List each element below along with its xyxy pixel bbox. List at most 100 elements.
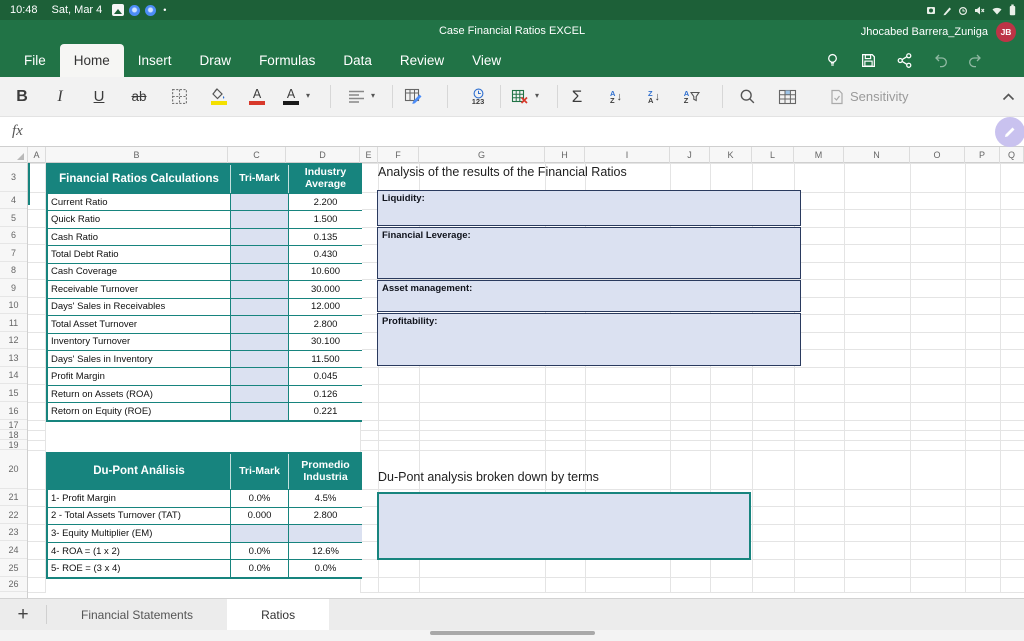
ratio-industry-cell[interactable]: 2.800 <box>289 315 362 333</box>
dupont-trimark-cell[interactable] <box>231 524 289 542</box>
dupont-industry-cell[interactable]: 0.0% <box>289 559 362 577</box>
sheet-tab-financial-statements[interactable]: Financial Statements <box>47 599 227 630</box>
dupont-label-cell[interactable]: 3- Equity Multiplier (EM) <box>48 524 231 542</box>
row-header-10[interactable]: 10 <box>0 297 27 314</box>
row-header-17[interactable]: 17 <box>0 420 27 430</box>
ratio-industry-cell[interactable]: 1.500 <box>289 210 362 228</box>
dupont-industry-cell[interactable]: 2.800 <box>289 506 362 525</box>
ratio-label-cell[interactable]: Retorn on Equity (ROE) <box>48 402 231 420</box>
row-header-9[interactable]: 9 <box>0 279 27 297</box>
analysis-title[interactable]: Analysis of the results of the Financial… <box>378 165 627 179</box>
ratio-trimark-cell[interactable] <box>231 384 289 403</box>
ratio-industry-cell[interactable]: 30.000 <box>289 280 362 298</box>
column-header-a[interactable]: A <box>28 147 46 163</box>
ratio-label-cell[interactable]: Receivable Turnover <box>48 280 231 298</box>
ratio-label-cell[interactable]: Days' Sales in Receivables <box>48 297 231 316</box>
column-header-h[interactable]: H <box>545 147 585 163</box>
column-header-f[interactable]: F <box>378 147 419 163</box>
ratio-label-cell[interactable]: Total Debt Ratio <box>48 245 231 263</box>
dupont-table-title-cell[interactable]: Du-Pont Análisis <box>48 454 231 489</box>
ratio-label-cell[interactable]: Cash Ratio <box>48 227 231 246</box>
ratio-trimark-cell[interactable] <box>231 367 289 385</box>
row-header-22[interactable]: 22 <box>0 506 27 524</box>
asset-management-box[interactable]: Asset management: <box>377 280 801 312</box>
row-header-6[interactable]: 6 <box>0 227 27 244</box>
column-header-c[interactable]: C <box>228 147 286 163</box>
row-header-3[interactable]: 3 <box>0 163 27 192</box>
ratios-table-industry-header[interactable]: Industry Average <box>289 165 362 193</box>
row-header-16[interactable]: 16 <box>0 402 27 420</box>
column-header-o[interactable]: O <box>910 147 965 163</box>
dupont-table-industry-header[interactable]: Promedio Industria <box>289 454 362 489</box>
ratio-trimark-cell[interactable] <box>231 210 289 228</box>
ratio-label-cell[interactable]: Cash Coverage <box>48 262 231 281</box>
column-header-k[interactable]: K <box>710 147 752 163</box>
dupont-trimark-cell[interactable]: 0.0% <box>231 489 289 507</box>
column-header-p[interactable]: P <box>965 147 1000 163</box>
ratio-trimark-cell[interactable] <box>231 245 289 263</box>
dupont-trimark-cell[interactable]: 0.0% <box>231 541 289 560</box>
ratio-industry-cell[interactable]: 11.500 <box>289 349 362 368</box>
ratio-trimark-cell[interactable] <box>231 402 289 420</box>
row-header-24[interactable]: 24 <box>0 541 27 559</box>
ratio-trimark-cell[interactable] <box>231 349 289 368</box>
financial-leverage-box[interactable]: Financial Leverage: <box>377 227 801 279</box>
select-all-corner[interactable] <box>0 147 28 163</box>
row-header-11[interactable]: 11 <box>0 314 27 332</box>
column-header-g[interactable]: G <box>419 147 545 163</box>
ratio-trimark-cell[interactable] <box>231 193 289 211</box>
dupont-trimark-cell[interactable]: 0.000 <box>231 506 289 525</box>
ratios-table-title-cell[interactable]: Financial Ratios Calculations <box>48 165 231 193</box>
row-header-15[interactable]: 15 <box>0 384 27 402</box>
ratio-label-cell[interactable]: Return on Assets (ROA) <box>48 384 231 403</box>
ratio-label-cell[interactable]: Quick Ratio <box>48 210 231 228</box>
ratio-industry-cell[interactable]: 0.430 <box>289 245 362 263</box>
ratio-label-cell[interactable]: Inventory Turnover <box>48 332 231 350</box>
column-header-m[interactable]: M <box>794 147 844 163</box>
row-header-13[interactable]: 13 <box>0 349 27 367</box>
row-header-14[interactable]: 14 <box>0 367 27 384</box>
ratio-label-cell[interactable]: Total Asset Turnover <box>48 315 231 333</box>
row-header-25[interactable]: 25 <box>0 559 27 577</box>
row-header-12[interactable]: 12 <box>0 332 27 349</box>
column-header-i[interactable]: I <box>585 147 670 163</box>
dupont-label-cell[interactable]: 2 - Total Assets Turnover (TAT) <box>48 506 231 525</box>
profitability-box[interactable]: Profitability: <box>377 313 801 366</box>
dupont-label-cell[interactable]: 5- ROE = (3 x 4) <box>48 559 231 577</box>
column-header-n[interactable]: N <box>844 147 910 163</box>
row-header-18[interactable]: 18 <box>0 430 27 440</box>
column-header-d[interactable]: D <box>286 147 360 163</box>
ratio-label-cell[interactable]: Current Ratio <box>48 193 231 211</box>
column-header-l[interactable]: L <box>752 147 794 163</box>
row-header-7[interactable]: 7 <box>0 244 27 262</box>
ratio-industry-cell[interactable]: 2.200 <box>289 193 362 211</box>
row-header-19[interactable]: 19 <box>0 440 27 450</box>
ratio-industry-cell[interactable]: 0.126 <box>289 384 362 403</box>
column-header-j[interactable]: J <box>670 147 710 163</box>
ratio-industry-cell[interactable]: 0.221 <box>289 402 362 420</box>
dupont-trimark-cell[interactable]: 0.0% <box>231 559 289 577</box>
row-header-23[interactable]: 23 <box>0 524 27 541</box>
ratios-table-trimark-header[interactable]: Tri-Mark <box>231 165 289 193</box>
row-header-5[interactable]: 5 <box>0 209 27 227</box>
spreadsheet-grid[interactable]: ABCDEFGHIJKLMNOPQ 3 4 5 6 7 8 9 10 11 12 13 14 15 16 1… <box>0 0 1024 598</box>
add-sheet-button[interactable]: + <box>0 599 46 630</box>
horizontal-scrollbar[interactable] <box>430 631 595 635</box>
ratio-industry-cell[interactable]: 0.045 <box>289 367 362 385</box>
row-header-21[interactable]: 21 <box>0 489 27 506</box>
column-header-q[interactable]: Q <box>1000 147 1024 163</box>
ratio-trimark-cell[interactable] <box>231 315 289 333</box>
ratio-label-cell[interactable]: Days' Sales in Inventory <box>48 349 231 368</box>
ratio-label-cell[interactable]: Profit Margin <box>48 367 231 385</box>
ratio-trimark-cell[interactable] <box>231 262 289 281</box>
ratio-industry-cell[interactable]: 0.135 <box>289 227 362 246</box>
dupont-label-cell[interactable]: 4- ROA = (1 x 2) <box>48 541 231 560</box>
ratio-industry-cell[interactable]: 10.600 <box>289 262 362 281</box>
row-header-20[interactable]: 20 <box>0 450 27 489</box>
ratio-trimark-cell[interactable] <box>231 280 289 298</box>
ratio-trimark-cell[interactable] <box>231 297 289 316</box>
dupont-note-title[interactable]: Du-Pont analysis broken down by terms <box>378 470 599 484</box>
dupont-industry-cell[interactable]: 12.6% <box>289 541 362 560</box>
column-header-b[interactable]: B <box>46 147 228 163</box>
liquidity-box[interactable]: Liquidity: <box>377 190 801 226</box>
